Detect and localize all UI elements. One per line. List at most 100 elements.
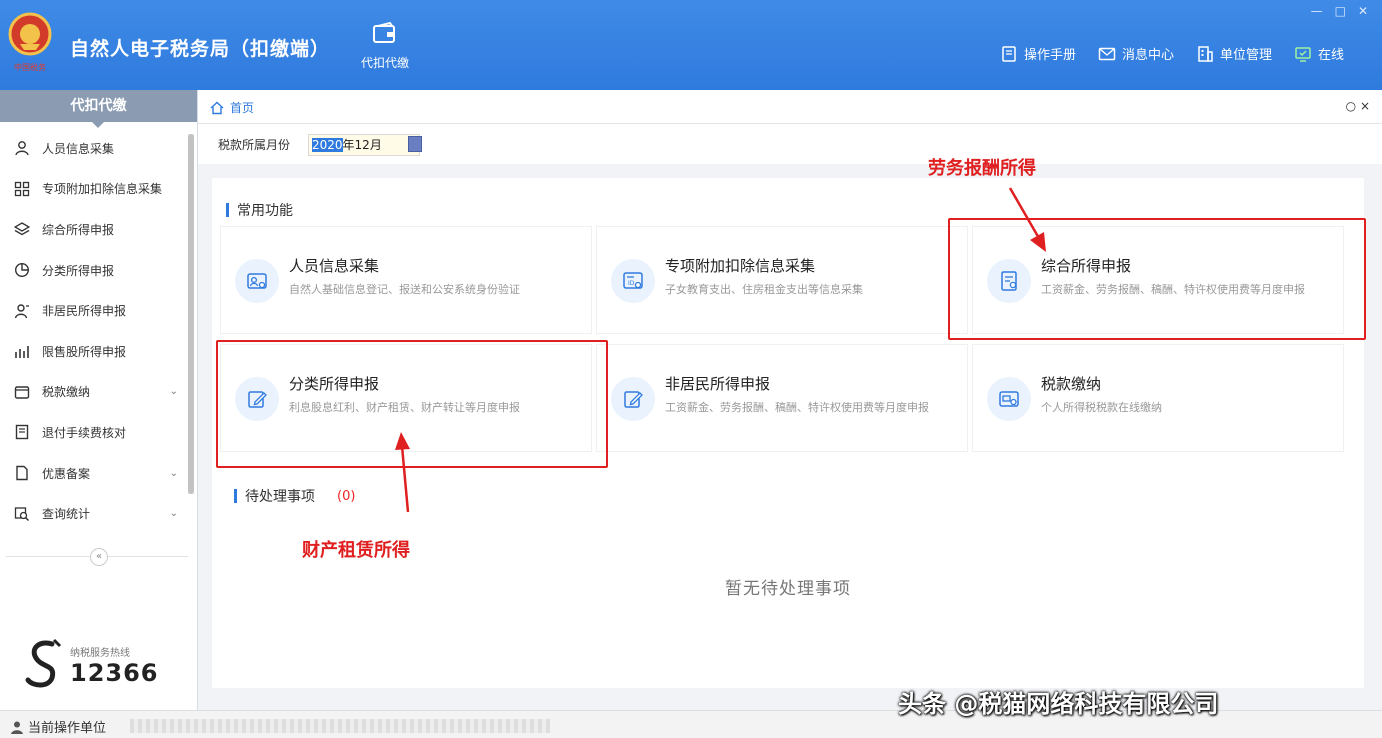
module-label: 代扣代缴 xyxy=(360,56,409,70)
watermark: 头条 @税猫网络科技有限公司 xyxy=(898,690,1219,718)
tab-controls[interactable]: ○ × xyxy=(1346,99,1370,113)
layers-icon xyxy=(14,222,30,236)
svg-text:中国税务: 中国税务 xyxy=(14,62,46,72)
pie-icon xyxy=(14,263,30,278)
sidebar-scrollbar[interactable] xyxy=(188,134,194,494)
online-icon xyxy=(1295,46,1311,62)
card-nonresident-income[interactable]: 非居民所得申报 工资薪金、劳务报酬、稿酬、特许权使用费等月度申报 xyxy=(596,344,968,452)
pending-title: 待处理事项 (0) xyxy=(234,486,355,506)
sidebar-item-label: 综合所得申报 xyxy=(42,222,115,237)
home-icon xyxy=(210,101,224,114)
user-icon xyxy=(11,721,23,734)
hotline-number: 12366 xyxy=(70,658,159,687)
sidebar-item-label: 分类所得申报 xyxy=(42,263,115,278)
module-withholding[interactable]: 代扣代缴 xyxy=(352,22,418,71)
tab-home-label: 首页 xyxy=(230,101,255,115)
redacted-unit-name xyxy=(130,719,550,733)
card-tax-payment[interactable]: 税款缴纳 个人所得税税款在线缴纳 xyxy=(972,344,1344,452)
maximize-button[interactable]: □ xyxy=(1335,4,1346,18)
unit-management-button[interactable]: 单位管理 xyxy=(1196,44,1272,63)
online-status-button[interactable]: 在线 xyxy=(1294,44,1344,63)
pending-count: (0) xyxy=(337,488,356,504)
sidebar-item-nonresident-income[interactable]: 非居民所得申报 xyxy=(0,290,190,331)
card-special-deduction[interactable]: ID 专项附加扣除信息采集 子女教育支出、住房租金支出等信息采集 xyxy=(596,226,968,334)
current-unit-label: 当前操作单位 xyxy=(28,721,107,736)
sidebar-item-label: 税款缴纳 xyxy=(42,385,91,400)
hotline-logo-icon xyxy=(25,638,62,688)
sidebar-item-special-deduction[interactable]: 专项附加扣除信息采集 xyxy=(0,169,190,210)
sidebar-item-label: 查询统计 xyxy=(42,507,91,522)
sidebar-item-personnel-info[interactable]: 人员信息采集 xyxy=(0,128,190,169)
empty-pending-text: 暂无待处理事项 xyxy=(725,579,851,599)
search-stat-icon xyxy=(14,506,30,521)
tax-month-year: 2020 xyxy=(312,138,343,152)
card-desc: 自然人基础信息登记、报送和公安系统身份验证 xyxy=(289,283,520,296)
online-label: 在线 xyxy=(1317,48,1344,63)
person-card-icon xyxy=(235,259,279,303)
payment-icon xyxy=(987,377,1031,421)
unit-management-label: 单位管理 xyxy=(1219,48,1272,63)
sidebar-item-label: 优惠备案 xyxy=(42,466,91,481)
card-personnel-info[interactable]: 人员信息采集 自然人基础信息登记、报送和公安系统身份验证 xyxy=(220,226,592,334)
chevron-down-icon: ⌄ xyxy=(169,508,178,520)
sidebar-menu: 人员信息采集 专项附加扣除信息采集 综合所得申报 分类所得申报 非居民所得申报 … xyxy=(0,128,197,534)
sidebar-item-classified-income[interactable]: 分类所得申报 xyxy=(0,250,190,291)
manual-button[interactable]: 操作手册 xyxy=(1000,44,1076,63)
sidebar-item-comprehensive-income[interactable]: 综合所得申报 xyxy=(0,209,190,250)
tab-home[interactable]: 首页 xyxy=(210,99,254,116)
sidebar-item-label: 非居民所得申报 xyxy=(42,304,127,319)
edit-icon xyxy=(611,377,655,421)
person-icon xyxy=(15,141,29,156)
sidebar-scroll-thumb[interactable] xyxy=(188,134,194,494)
id-card-icon: ID xyxy=(611,259,655,303)
card-title: 税款缴纳 xyxy=(1041,375,1102,393)
bar-chart-icon xyxy=(15,346,29,359)
document-icon xyxy=(15,425,29,440)
sidebar-item-tax-payment[interactable]: 税款缴纳 ⌄ xyxy=(0,372,190,413)
building-icon xyxy=(1198,45,1213,62)
tax-month-rest: 年12月 xyxy=(342,138,382,152)
pending-label: 待处理事项 xyxy=(245,489,315,505)
app-title: 自然人电子税务局（扣缴端） xyxy=(70,38,331,60)
message-center-label: 消息中心 xyxy=(1121,48,1174,63)
book-icon xyxy=(1002,45,1016,62)
sidebar-item-query-statistics[interactable]: 查询统计 ⌄ xyxy=(0,493,190,534)
filter-bar: 税款所属月份 2020年12月 xyxy=(198,124,1382,164)
mail-icon xyxy=(1098,47,1116,60)
tab-bar: 首页 ○ × xyxy=(198,90,1382,124)
hotline-caption: 纳税服务热线 xyxy=(70,647,130,659)
sidebar-item-preferential-filing[interactable]: 优惠备案 ⌄ xyxy=(0,453,190,494)
minimize-button[interactable]: — xyxy=(1311,4,1323,18)
sidebar-item-label: 专项附加扣除信息采集 xyxy=(42,182,163,197)
card-desc: 个人所得税税款在线缴纳 xyxy=(1041,401,1162,414)
tax-month-input[interactable]: 2020年12月 xyxy=(308,134,420,156)
sidebar-title: 代扣代缴 xyxy=(0,90,197,128)
card-title: 非居民所得申报 xyxy=(665,375,771,393)
highlight-comprehensive-income xyxy=(948,218,1366,340)
card-desc: 子女教育支出、住房租金支出等信息采集 xyxy=(665,283,863,296)
chevron-down-icon: ⌄ xyxy=(169,386,178,398)
chevron-down-icon: ⌄ xyxy=(169,467,178,479)
manual-label: 操作手册 xyxy=(1023,48,1076,63)
annotation-label-property-lease: 财产租赁所得 xyxy=(302,540,410,561)
sidebar-collapse-button[interactable]: « xyxy=(90,548,108,566)
wallet-icon xyxy=(14,386,30,399)
annotation-label-labor-remuneration: 劳务报酬所得 xyxy=(928,158,1036,179)
close-button[interactable]: ✕ xyxy=(1358,4,1368,18)
card-desc: 工资薪金、劳务报酬、稿酬、特许权使用费等月度申报 xyxy=(665,401,929,414)
calendar-picker-button[interactable] xyxy=(408,136,422,152)
tax-emblem-icon: 中国税务 xyxy=(8,12,52,72)
sidebar: 代扣代缴 人员信息采集 专项附加扣除信息采集 综合所得申报 分类所得申报 非居民… xyxy=(0,90,198,710)
sidebar-item-restricted-stock[interactable]: 限售股所得申报 xyxy=(0,331,190,372)
tax-month-label: 税款所属月份 xyxy=(218,138,291,152)
highlight-classified-income xyxy=(216,340,608,468)
person-outline-icon xyxy=(14,303,29,318)
top-actions: 操作手册 消息中心 单位管理 在线 xyxy=(1000,44,1344,63)
card-title: 专项附加扣除信息采集 xyxy=(665,257,816,275)
common-functions-label: 常用功能 xyxy=(237,203,293,219)
message-center-button[interactable]: 消息中心 xyxy=(1098,44,1174,63)
current-unit-indicator: 当前操作单位 xyxy=(10,717,106,736)
sidebar-item-label: 人员信息采集 xyxy=(42,141,115,156)
svg-text:ID: ID xyxy=(628,280,635,287)
sidebar-item-fee-refund-check[interactable]: 退付手续费核对 xyxy=(0,412,190,453)
